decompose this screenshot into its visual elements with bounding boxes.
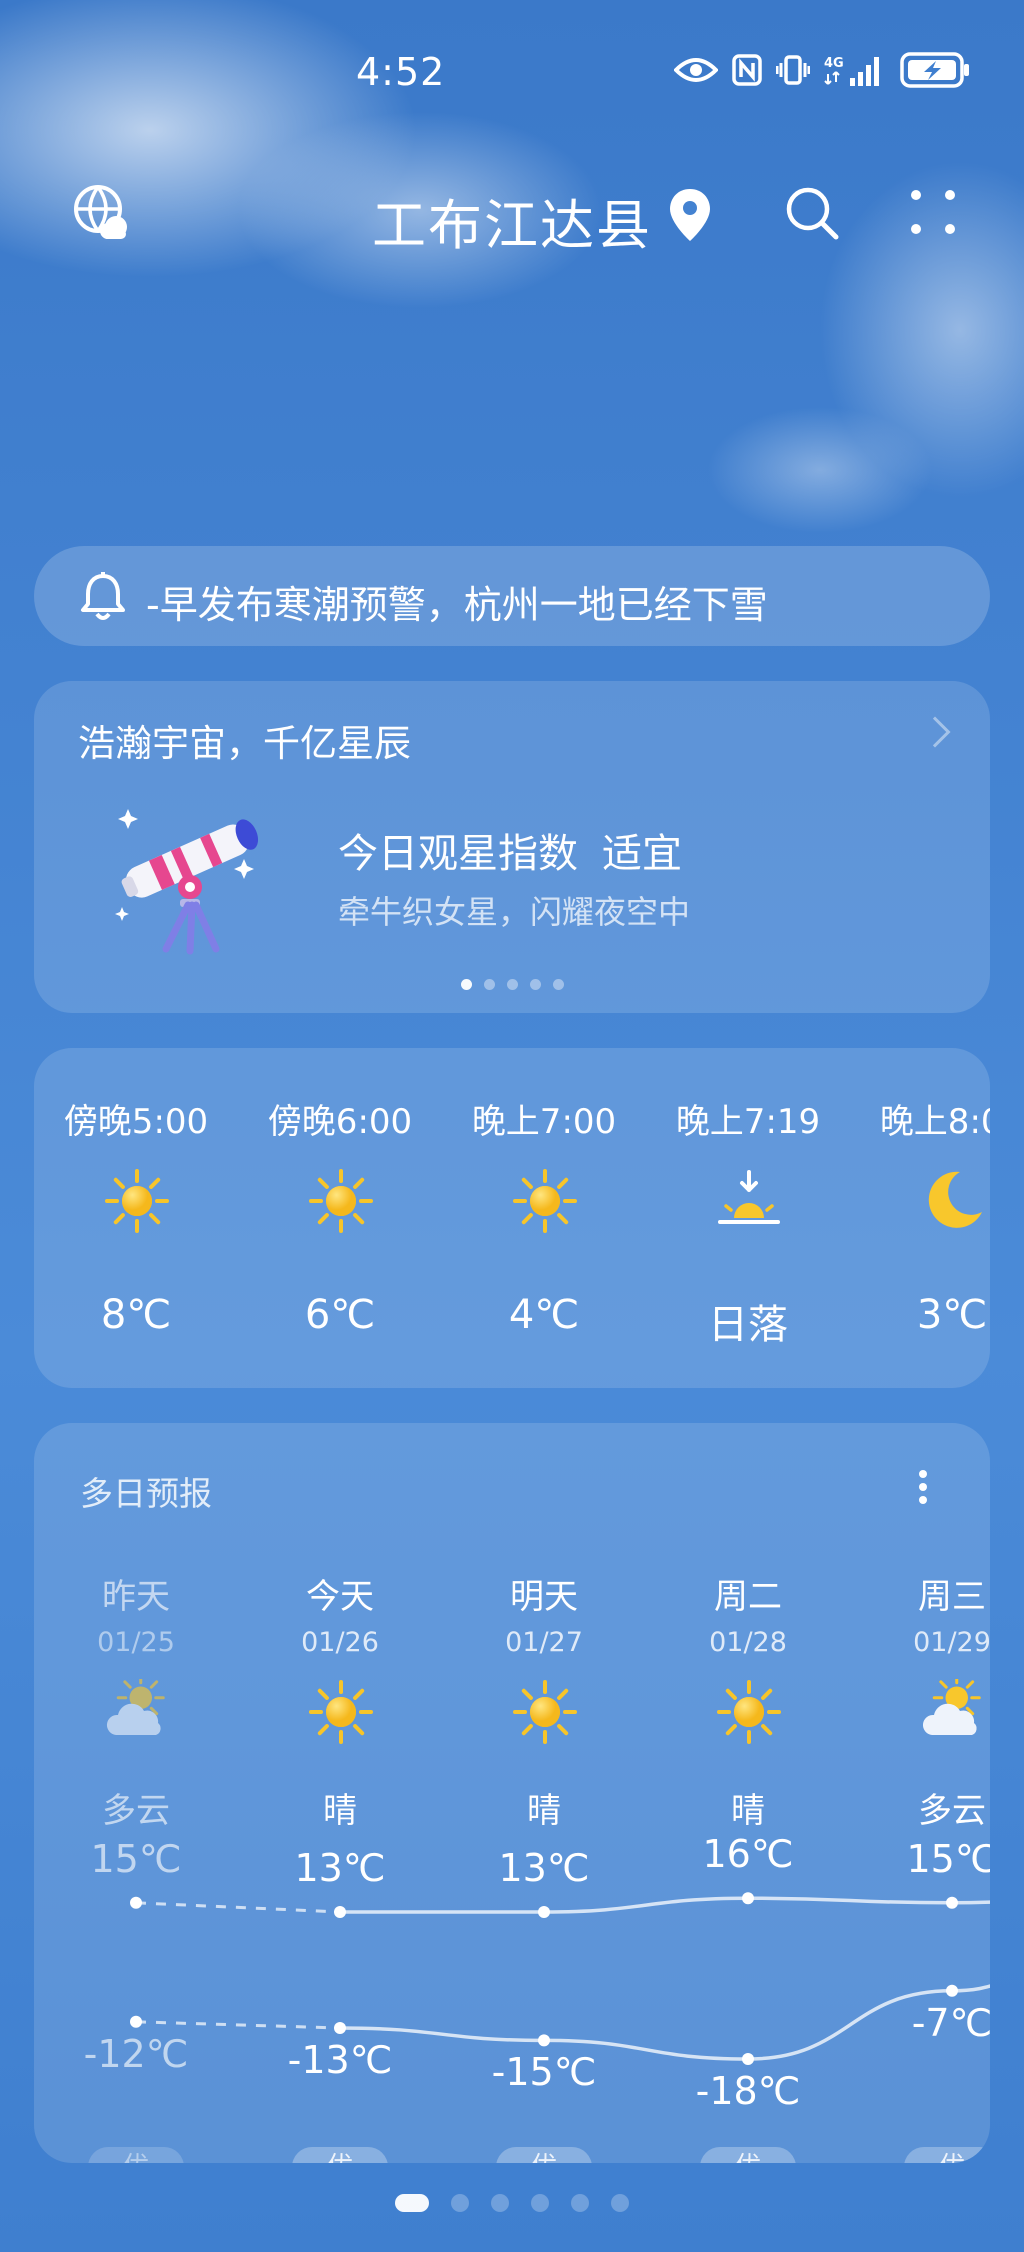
page-dot	[483, 979, 495, 990]
hour-time: 晚上8:00	[879, 1102, 990, 1142]
card-page-indicator	[34, 979, 990, 990]
page-dot	[460, 979, 472, 990]
city-name[interactable]: 工布江达县	[372, 181, 652, 260]
telescope-icon	[112, 799, 272, 963]
city-page-indicator	[0, 2194, 1024, 2212]
more-menu-icon[interactable]	[910, 189, 956, 239]
page-dot	[552, 979, 564, 990]
eye-icon	[674, 58, 718, 82]
sunset-icon	[716, 1168, 782, 1234]
low-temp-curve-point	[334, 2022, 346, 2034]
hour-temp: 6℃	[304, 1292, 376, 1338]
vibrate-icon	[776, 55, 810, 85]
pager-dot[interactable]	[531, 2194, 549, 2212]
chevron-right-icon[interactable]	[919, 716, 951, 748]
high-temp-curve-point	[946, 1896, 958, 1909]
stargazing-index-value: 适宜	[602, 831, 682, 877]
stargazing-subtitle: 牵牛织女星，闪耀夜空中	[338, 893, 691, 931]
status-icons: 4G	[674, 52, 970, 88]
hourly-item: 傍晚5:00 8℃	[34, 1048, 238, 1388]
hour-temp: 8℃	[100, 1292, 172, 1338]
city-manage-globe-icon[interactable]	[72, 183, 132, 243]
pager-dot[interactable]	[395, 2194, 429, 2212]
bell-icon	[80, 572, 126, 626]
status-time: 4:52	[356, 50, 446, 94]
search-icon[interactable]	[784, 185, 840, 245]
stargazing-title: 浩瀚宇宙，千亿星辰	[78, 722, 411, 765]
low-temp-curve-point	[538, 2034, 550, 2047]
low-temp-curve-point	[130, 2015, 142, 2028]
nfc-icon	[732, 54, 762, 86]
battery-charging-icon	[900, 52, 969, 88]
hourly-item: 傍晚6:00 6℃	[238, 1048, 442, 1388]
low-temp-curve	[339, 1984, 990, 2061]
high-temp-curve-point	[538, 1906, 550, 1918]
high-temp-curve-point	[742, 1892, 754, 1905]
hour-temp: 3℃	[916, 1292, 988, 1338]
hourly-item: 晚上8:00 3℃	[850, 1048, 990, 1388]
high-temp-curve-point	[334, 1906, 346, 1918]
stargazing-index-label: 今日观星指数	[338, 831, 578, 877]
page-dot	[529, 979, 541, 990]
low-temp-curve-past	[135, 2020, 341, 2030]
temperature-curves	[130, 1892, 990, 2065]
high-temp-curve	[340, 1896, 990, 1914]
hour-time: 傍晚6:00	[267, 1102, 413, 1142]
stargazing-card[interactable]: 浩瀚宇宙，千亿星辰 今日观星指数 适宜 牵牛织女星，闪耀夜空中	[34, 681, 990, 1013]
low-temp-curve-point	[946, 1984, 958, 1997]
pager-dot[interactable]	[491, 2194, 509, 2212]
hourly-item: 晚上7:00 4℃	[442, 1048, 646, 1388]
news-alert-banner[interactable]: -早发布寒潮预警，杭州一地已经下雪	[34, 546, 990, 646]
high-temp-curve-point	[130, 1896, 142, 1909]
low-temp-curve-point	[742, 2053, 754, 2065]
moon-icon	[920, 1168, 986, 1234]
sun-icon	[512, 1168, 578, 1234]
hourly-forecast-card[interactable]: 傍晚5:00 8℃ 傍晚6:00 6℃ 晚上7:00 4℃ 晚上7:19 日落 晚上8:…	[34, 1048, 990, 1388]
sun-icon	[308, 1168, 374, 1234]
top-bar: 工布江达县	[0, 175, 1024, 257]
alert-text: -早发布寒潮预警，杭州一地已经下雪	[146, 583, 768, 627]
hour-time: 傍晚5:00	[63, 1102, 209, 1142]
hourly-item: 晚上7:19 日落	[646, 1048, 850, 1388]
high-temp-curve-past	[135, 1901, 341, 1914]
pager-dot[interactable]	[611, 2194, 629, 2212]
svg-text:4G: 4G	[824, 56, 844, 71]
pager-dot[interactable]	[571, 2194, 589, 2212]
sun-icon	[104, 1168, 170, 1234]
status-bar: 4:52 4G	[0, 0, 1024, 150]
stargazing-index: 今日观星指数 适宜	[338, 821, 682, 879]
hour-time: 晚上7:00	[471, 1102, 617, 1142]
page-dot	[506, 979, 518, 990]
pager-dot[interactable]	[451, 2194, 469, 2212]
hour-temp: 4℃	[508, 1292, 580, 1338]
signal-4g-icon: 4G	[824, 56, 879, 86]
location-pin-icon	[668, 187, 712, 247]
hour-temp: 日落	[708, 1302, 788, 1348]
hour-time: 晚上7:19	[675, 1102, 821, 1142]
multi-day-forecast-card[interactable]: 多日预报 昨天 01/25 多云 15℃ -12℃ 优今天 01/26 晴 13…	[34, 1423, 990, 2163]
